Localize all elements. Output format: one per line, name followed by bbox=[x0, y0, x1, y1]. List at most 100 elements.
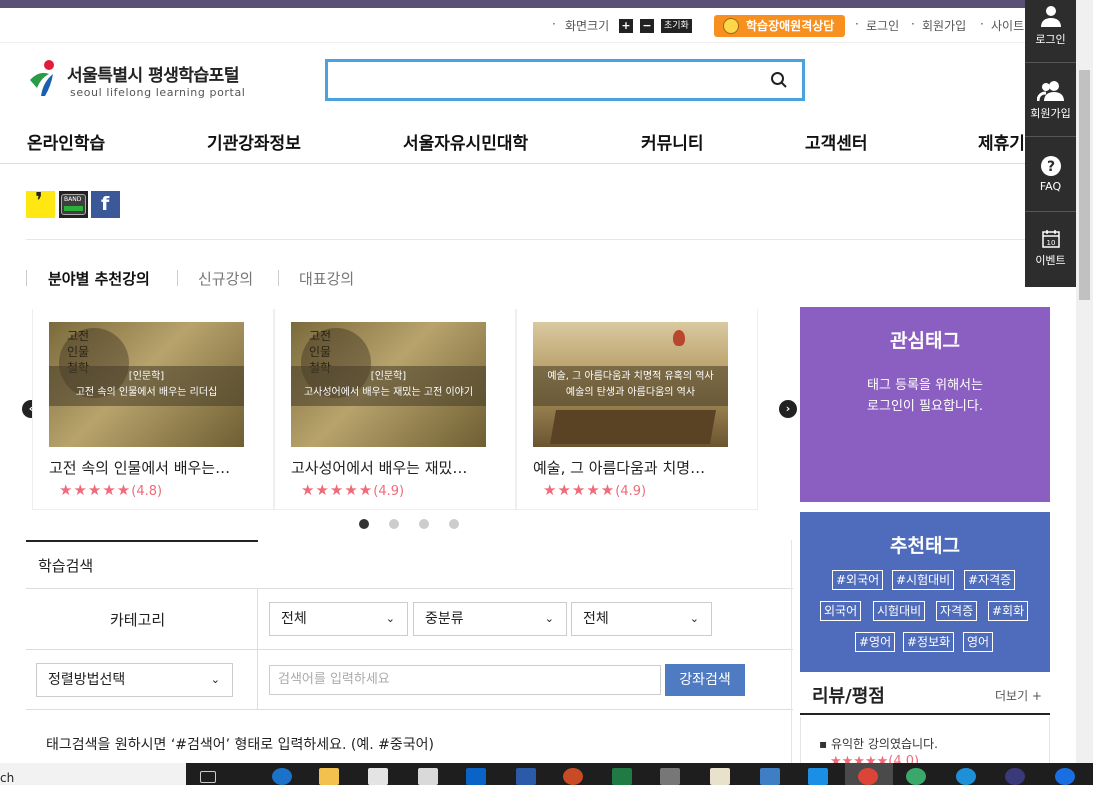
sidebar-divider bbox=[1025, 62, 1076, 63]
task-view-icon[interactable] bbox=[200, 771, 216, 783]
app-icon[interactable] bbox=[1005, 768, 1025, 785]
course-title[interactable]: 고전 속의 인물에서 배우는… bbox=[49, 457, 249, 478]
category-row: 카테고리 전체 ⌄ 중분류 ⌄ 전체 ⌄ bbox=[26, 588, 793, 650]
learning-search-title: 학습검색 bbox=[38, 557, 94, 575]
tag-chip[interactable]: #회화 bbox=[988, 601, 1029, 621]
learning-search-panel: 학습검색 카테고리 전체 ⌄ 중분류 ⌄ 전체 ⌄ 정렬방법선택 ⌄ 검색어를 입력하세… bbox=[26, 540, 793, 763]
sort-select[interactable]: 정렬방법선택 ⌄ bbox=[36, 663, 233, 697]
powerpoint-icon[interactable] bbox=[563, 768, 583, 785]
chrome-icon[interactable] bbox=[858, 768, 878, 785]
windows-taskbar: ch bbox=[0, 763, 1093, 785]
calendar-day: 10 bbox=[1046, 239, 1055, 247]
excel-icon[interactable] bbox=[612, 768, 632, 785]
course-title[interactable]: 예술, 그 아름다움과 치명… bbox=[533, 457, 733, 478]
font-reset-button[interactable]: 초기화 bbox=[661, 19, 692, 33]
course-card[interactable]: 예술, 그 아름다움과 치명적 유혹의 역사 예술의 탄생과 아름다움의 역사 예… bbox=[516, 309, 758, 510]
file-explorer-icon[interactable] bbox=[319, 768, 339, 785]
category-select-2[interactable]: 중분류 ⌄ bbox=[413, 602, 567, 636]
course-rating: ★★★★★(4.8) bbox=[59, 481, 163, 499]
store-icon[interactable] bbox=[368, 768, 388, 785]
interest-tag-title: 관심태그 bbox=[890, 330, 960, 352]
facebook-icon: f bbox=[101, 193, 110, 215]
consult-label: 학습장애원격상담 bbox=[746, 19, 835, 33]
sidebar-event[interactable]: 10 이벤트 bbox=[1025, 229, 1076, 268]
tag-chip[interactable]: #시험대비 bbox=[892, 570, 955, 590]
tab-recommended[interactable]: 분야별 추천강의 bbox=[48, 268, 150, 289]
band-share-button[interactable]: BAND bbox=[59, 191, 88, 218]
sidebar-faq[interactable]: ? FAQ bbox=[1025, 155, 1076, 193]
font-decrease-button[interactable]: − bbox=[640, 19, 654, 33]
app-icon[interactable] bbox=[760, 768, 780, 785]
site-logo[interactable]: 서울특별시 평생학습포털 seoul lifelong learning por… bbox=[27, 56, 267, 104]
carousel-next-button[interactable]: › bbox=[779, 400, 797, 418]
nav-customer-center[interactable]: 고객센터 bbox=[805, 129, 868, 154]
kakao-icon: ❜ bbox=[35, 189, 43, 214]
nav-online-learning[interactable]: 온라인학습 bbox=[27, 129, 105, 154]
nav-course-info[interactable]: 기관강좌정보 bbox=[207, 129, 301, 154]
keyword-input[interactable]: 검색어를 입력하세요 bbox=[269, 665, 661, 695]
logo-title: 서울특별시 평생학습포털 bbox=[67, 66, 239, 86]
tag-chip[interactable]: #자격증 bbox=[964, 570, 1016, 590]
app-icon[interactable] bbox=[808, 768, 828, 785]
carousel-dot[interactable] bbox=[359, 519, 369, 529]
facebook-share-button[interactable]: f bbox=[91, 191, 120, 218]
course-title[interactable]: 고사성어에서 배우는 재밌… bbox=[291, 457, 491, 478]
app-icon[interactable] bbox=[906, 768, 926, 785]
tag-chip[interactable]: #영어 bbox=[855, 632, 896, 652]
course-rating: ★★★★★(4.9) bbox=[301, 481, 405, 499]
course-card[interactable]: 고전 인물 철학 [인문학]고사성어에서 배우는 재밌는 고전 이야기 고사성어… bbox=[274, 309, 516, 510]
kakao-share-button[interactable]: ❜ bbox=[26, 189, 55, 218]
category-select-1[interactable]: 전체 ⌄ bbox=[269, 602, 408, 636]
nav-community[interactable]: 커뮤니티 bbox=[641, 129, 704, 154]
taskbar-search-text[interactable]: ch bbox=[0, 771, 14, 785]
util-bullet: · bbox=[980, 17, 984, 31]
nav-partnership[interactable]: 제휴기 bbox=[978, 129, 1025, 154]
notepad-icon[interactable] bbox=[710, 768, 730, 785]
outlook-icon[interactable] bbox=[466, 768, 486, 785]
ie-icon[interactable] bbox=[956, 768, 976, 785]
sidebar-faq-label: FAQ bbox=[1039, 180, 1062, 193]
nav-free-citizen-university[interactable]: 서울자유시민대학 bbox=[403, 129, 528, 154]
carousel-dot[interactable] bbox=[389, 519, 399, 529]
edge-icon[interactable] bbox=[272, 768, 292, 785]
recommend-tag-title: 추천태그 bbox=[890, 535, 960, 557]
interest-tag-box: 관심태그 태그 등록을 위해서는 로그인이 필요합니다. bbox=[800, 307, 1050, 502]
course-card[interactable]: 고전 인물 철학 [인문학]고전 속의 인물에서 배우는 리더십 고전 속의 인… bbox=[32, 309, 274, 510]
quick-sidebar: 로그인 회원가입 ? FAQ 10 이벤트 bbox=[1025, 0, 1076, 287]
tag-chip[interactable]: 영어 bbox=[963, 632, 994, 652]
tag-chip[interactable]: #정보화 bbox=[903, 632, 955, 652]
util-join-link[interactable]: 회원가입 bbox=[922, 17, 966, 34]
category-select-3[interactable]: 전체 ⌄ bbox=[571, 602, 712, 636]
sidebar-join[interactable]: 회원가입 bbox=[1025, 80, 1076, 121]
course-search-button[interactable]: 강좌검색 bbox=[665, 664, 745, 696]
chevron-down-icon: ⌄ bbox=[210, 673, 220, 686]
sidebar-login[interactable]: 로그인 bbox=[1025, 4, 1076, 47]
font-increase-button[interactable]: + bbox=[619, 19, 633, 33]
mail-icon[interactable] bbox=[418, 768, 438, 785]
app-icon[interactable] bbox=[660, 768, 680, 785]
band-label: BAND bbox=[64, 196, 82, 203]
app-icon[interactable] bbox=[1055, 768, 1075, 785]
review-more-link[interactable]: 더보기 + bbox=[995, 687, 1042, 704]
tab-representative[interactable]: 대표강의 bbox=[299, 268, 354, 289]
tab-new[interactable]: 신규강의 bbox=[198, 268, 253, 289]
tag-chip[interactable]: #외국어 bbox=[832, 570, 884, 590]
tag-chip[interactable]: 시험대비 bbox=[873, 601, 926, 621]
util-login-link[interactable]: 로그인 bbox=[866, 17, 899, 34]
thumbnail-caption: 예술, 그 아름다움과 치명적 유혹의 역사 예술의 탄생과 아름다움의 역사 bbox=[533, 366, 728, 406]
review-item[interactable]: ▪ 유익한 강의였습니다. bbox=[819, 735, 938, 752]
search-icon[interactable] bbox=[770, 71, 788, 89]
carousel-dot[interactable] bbox=[419, 519, 429, 529]
scrollbar-thumb[interactable] bbox=[1079, 70, 1090, 300]
util-bullet: · bbox=[855, 17, 859, 31]
util-sitemap-link[interactable]: 사이트 bbox=[991, 17, 1025, 34]
remote-consult-button[interactable]: 학습장애원격상담 bbox=[714, 15, 845, 37]
tag-chip[interactable]: 자격증 bbox=[936, 601, 978, 621]
people-icon bbox=[1036, 81, 1064, 102]
word-icon[interactable] bbox=[516, 768, 536, 785]
carousel-dot[interactable] bbox=[449, 519, 459, 529]
main-search-box[interactable] bbox=[325, 59, 805, 101]
sidebar-event-label: 이벤트 bbox=[1035, 254, 1066, 267]
tag-chip[interactable]: 외국어 bbox=[820, 601, 862, 621]
chevron-down-icon: ⌄ bbox=[689, 612, 699, 625]
